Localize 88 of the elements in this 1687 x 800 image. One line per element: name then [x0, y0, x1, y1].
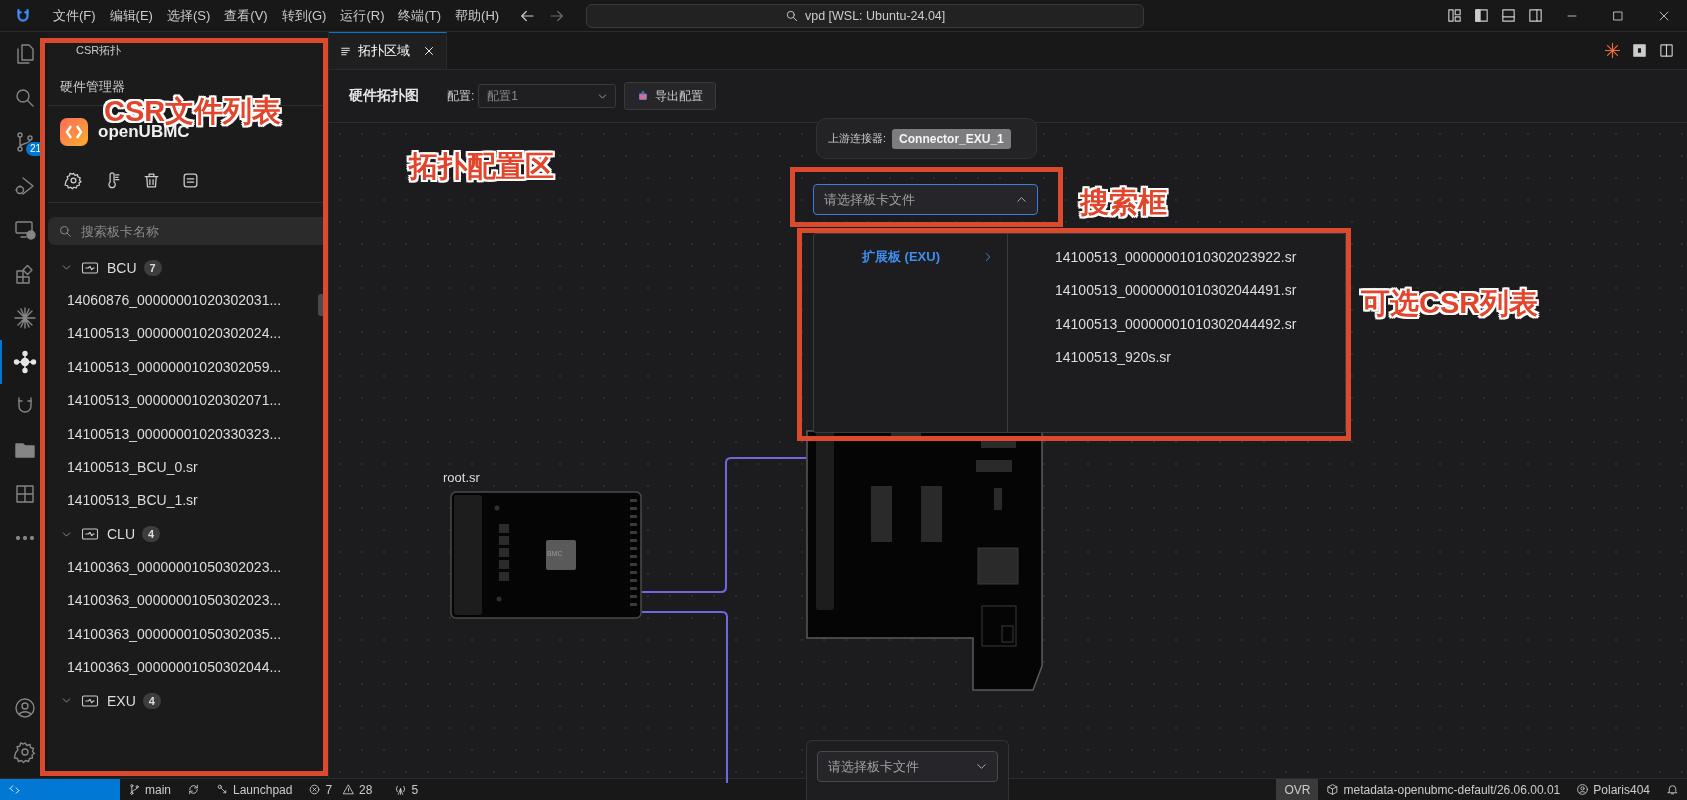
account-icon: [13, 696, 37, 720]
file-item[interactable]: 14100363_00000001050302023...: [48, 584, 328, 618]
sparkle-icon: [13, 306, 37, 330]
connector-tag: Connector_EXU_1: [892, 128, 1011, 149]
account-item[interactable]: Polaris404: [1568, 779, 1658, 800]
antenna-icon: [394, 783, 408, 796]
category-option[interactable]: 扩展板 (EXU): [862, 248, 940, 266]
field-label: 配置:: [447, 87, 475, 105]
source-control-button[interactable]: 21: [0, 120, 48, 164]
menu-item[interactable]: 终端(T): [391, 2, 449, 29]
annotation-label: 可选CSR列表: [1361, 286, 1539, 321]
branch-item[interactable]: main: [120, 779, 179, 800]
close-icon[interactable]: [422, 44, 436, 58]
square-icon[interactable]: [1631, 42, 1648, 59]
layout-icon[interactable]: [1527, 7, 1544, 24]
remote-icon: [8, 783, 21, 796]
file-item[interactable]: 14060876_00000001020302031...: [48, 284, 328, 318]
warning-icon: [342, 783, 356, 796]
connector-label: 上游连接器:: [828, 131, 887, 146]
split-editor-icon[interactable]: [1658, 42, 1675, 59]
editor-tab[interactable]: 拓扑区域: [329, 32, 447, 69]
menu-item[interactable]: 文件(F): [46, 2, 103, 29]
error-icon: [308, 783, 322, 796]
board-select-field[interactable]: 请选择板卡文件: [813, 184, 1038, 215]
board-select-field[interactable]: 请选择板卡文件: [817, 751, 998, 782]
layout-icon[interactable]: [1446, 7, 1463, 24]
layout-icon[interactable]: [1473, 7, 1490, 24]
page-title: 硬件拓扑图: [349, 87, 419, 105]
annotation-label: 搜索框: [1080, 185, 1167, 220]
remote-icon: [13, 218, 37, 242]
panel-title: CSR拓扑: [76, 42, 122, 58]
package-icon: [1326, 783, 1340, 796]
package-item[interactable]: metadata-openubmc-default/26.06.00.01: [1318, 779, 1569, 800]
sync-icon: [187, 783, 200, 796]
menu-item[interactable]: 选择(S): [159, 2, 218, 29]
file-item[interactable]: 14100363_00000001050302044...: [48, 650, 328, 685]
ports-item[interactable]: 5: [386, 779, 427, 800]
layout-icon[interactable]: [1500, 7, 1517, 24]
file-item[interactable]: 14100363_00000001050302035...: [48, 617, 328, 651]
export-button[interactable]: 导出配置: [624, 82, 717, 110]
blocks-icon: [13, 482, 37, 506]
count-badge: 4: [142, 526, 161, 543]
file-item[interactable]: 14100513_00000001020330323...: [48, 417, 328, 451]
file-item[interactable]: 14100513_00000001020302071...: [48, 384, 328, 418]
menu-item[interactable]: 转到(G): [274, 2, 334, 29]
group-label[interactable]: CLU: [107, 526, 135, 543]
menu-item[interactable]: 运行(R): [333, 2, 392, 29]
group-label[interactable]: BCU: [107, 259, 137, 276]
file-item[interactable]: 14100513_BCU_0.sr: [48, 450, 328, 485]
file-option[interactable]: 14100513_920s.sr: [1055, 342, 1297, 376]
command-center[interactable]: vpd [WSL: Ubuntu-24.04]: [586, 3, 1145, 28]
launchpad-item[interactable]: Launchpad: [208, 779, 301, 800]
search-icon: [58, 224, 73, 239]
app-logo-icon: [14, 6, 32, 25]
menu-item[interactable]: 查看(V): [217, 2, 275, 29]
settings-icon[interactable]: [64, 170, 83, 190]
circuit-board-drawing[interactable]: [450, 491, 642, 619]
brand-logo-icon: [60, 118, 88, 146]
count-badge: 4: [142, 692, 161, 709]
account-icon: [1576, 783, 1590, 796]
burst-icon[interactable]: [1604, 42, 1621, 59]
search-icon: [784, 8, 799, 23]
settings-icon: [13, 740, 37, 764]
file-option[interactable]: 14100513_00000001010302044491.sr: [1055, 275, 1297, 309]
network-icon: [13, 350, 37, 374]
error-count: 7: [325, 782, 333, 797]
menu-item[interactable]: 编辑(E): [102, 2, 160, 29]
menu-item[interactable]: 帮助(H): [448, 2, 507, 29]
config-select[interactable]: 配置1: [478, 84, 617, 108]
file-item[interactable]: 14100513_BCU_1.sr: [48, 484, 328, 518]
problems-item[interactable]: 7 28: [300, 779, 387, 800]
warning-count: 28: [359, 782, 373, 797]
file-item[interactable]: 14100513_00000001020302024...: [48, 317, 328, 351]
bell-icon: [1666, 783, 1679, 796]
group-label[interactable]: EXU: [107, 692, 136, 709]
upload-icon: [637, 90, 650, 102]
section-title: 硬件管理器: [60, 77, 125, 96]
file-item[interactable]: 14100513_00000001020302059...: [48, 350, 328, 385]
annotation-label: 拓扑配置区: [409, 149, 554, 184]
file-item[interactable]: 14100363_00000001050302023...: [48, 550, 328, 585]
branch-icon: [128, 783, 141, 796]
mode-indicator[interactable]: OVR: [1276, 779, 1319, 800]
board-label: root.sr: [443, 470, 481, 485]
scrollbar-thumb[interactable]: [318, 294, 325, 316]
count-badge: 7: [143, 259, 162, 276]
file-option[interactable]: 14100513_00000001010302044492.sr: [1055, 308, 1297, 343]
more-icon: [13, 536, 37, 540]
file-option[interactable]: 14100513_00000001010302023922.sr: [1055, 242, 1297, 276]
